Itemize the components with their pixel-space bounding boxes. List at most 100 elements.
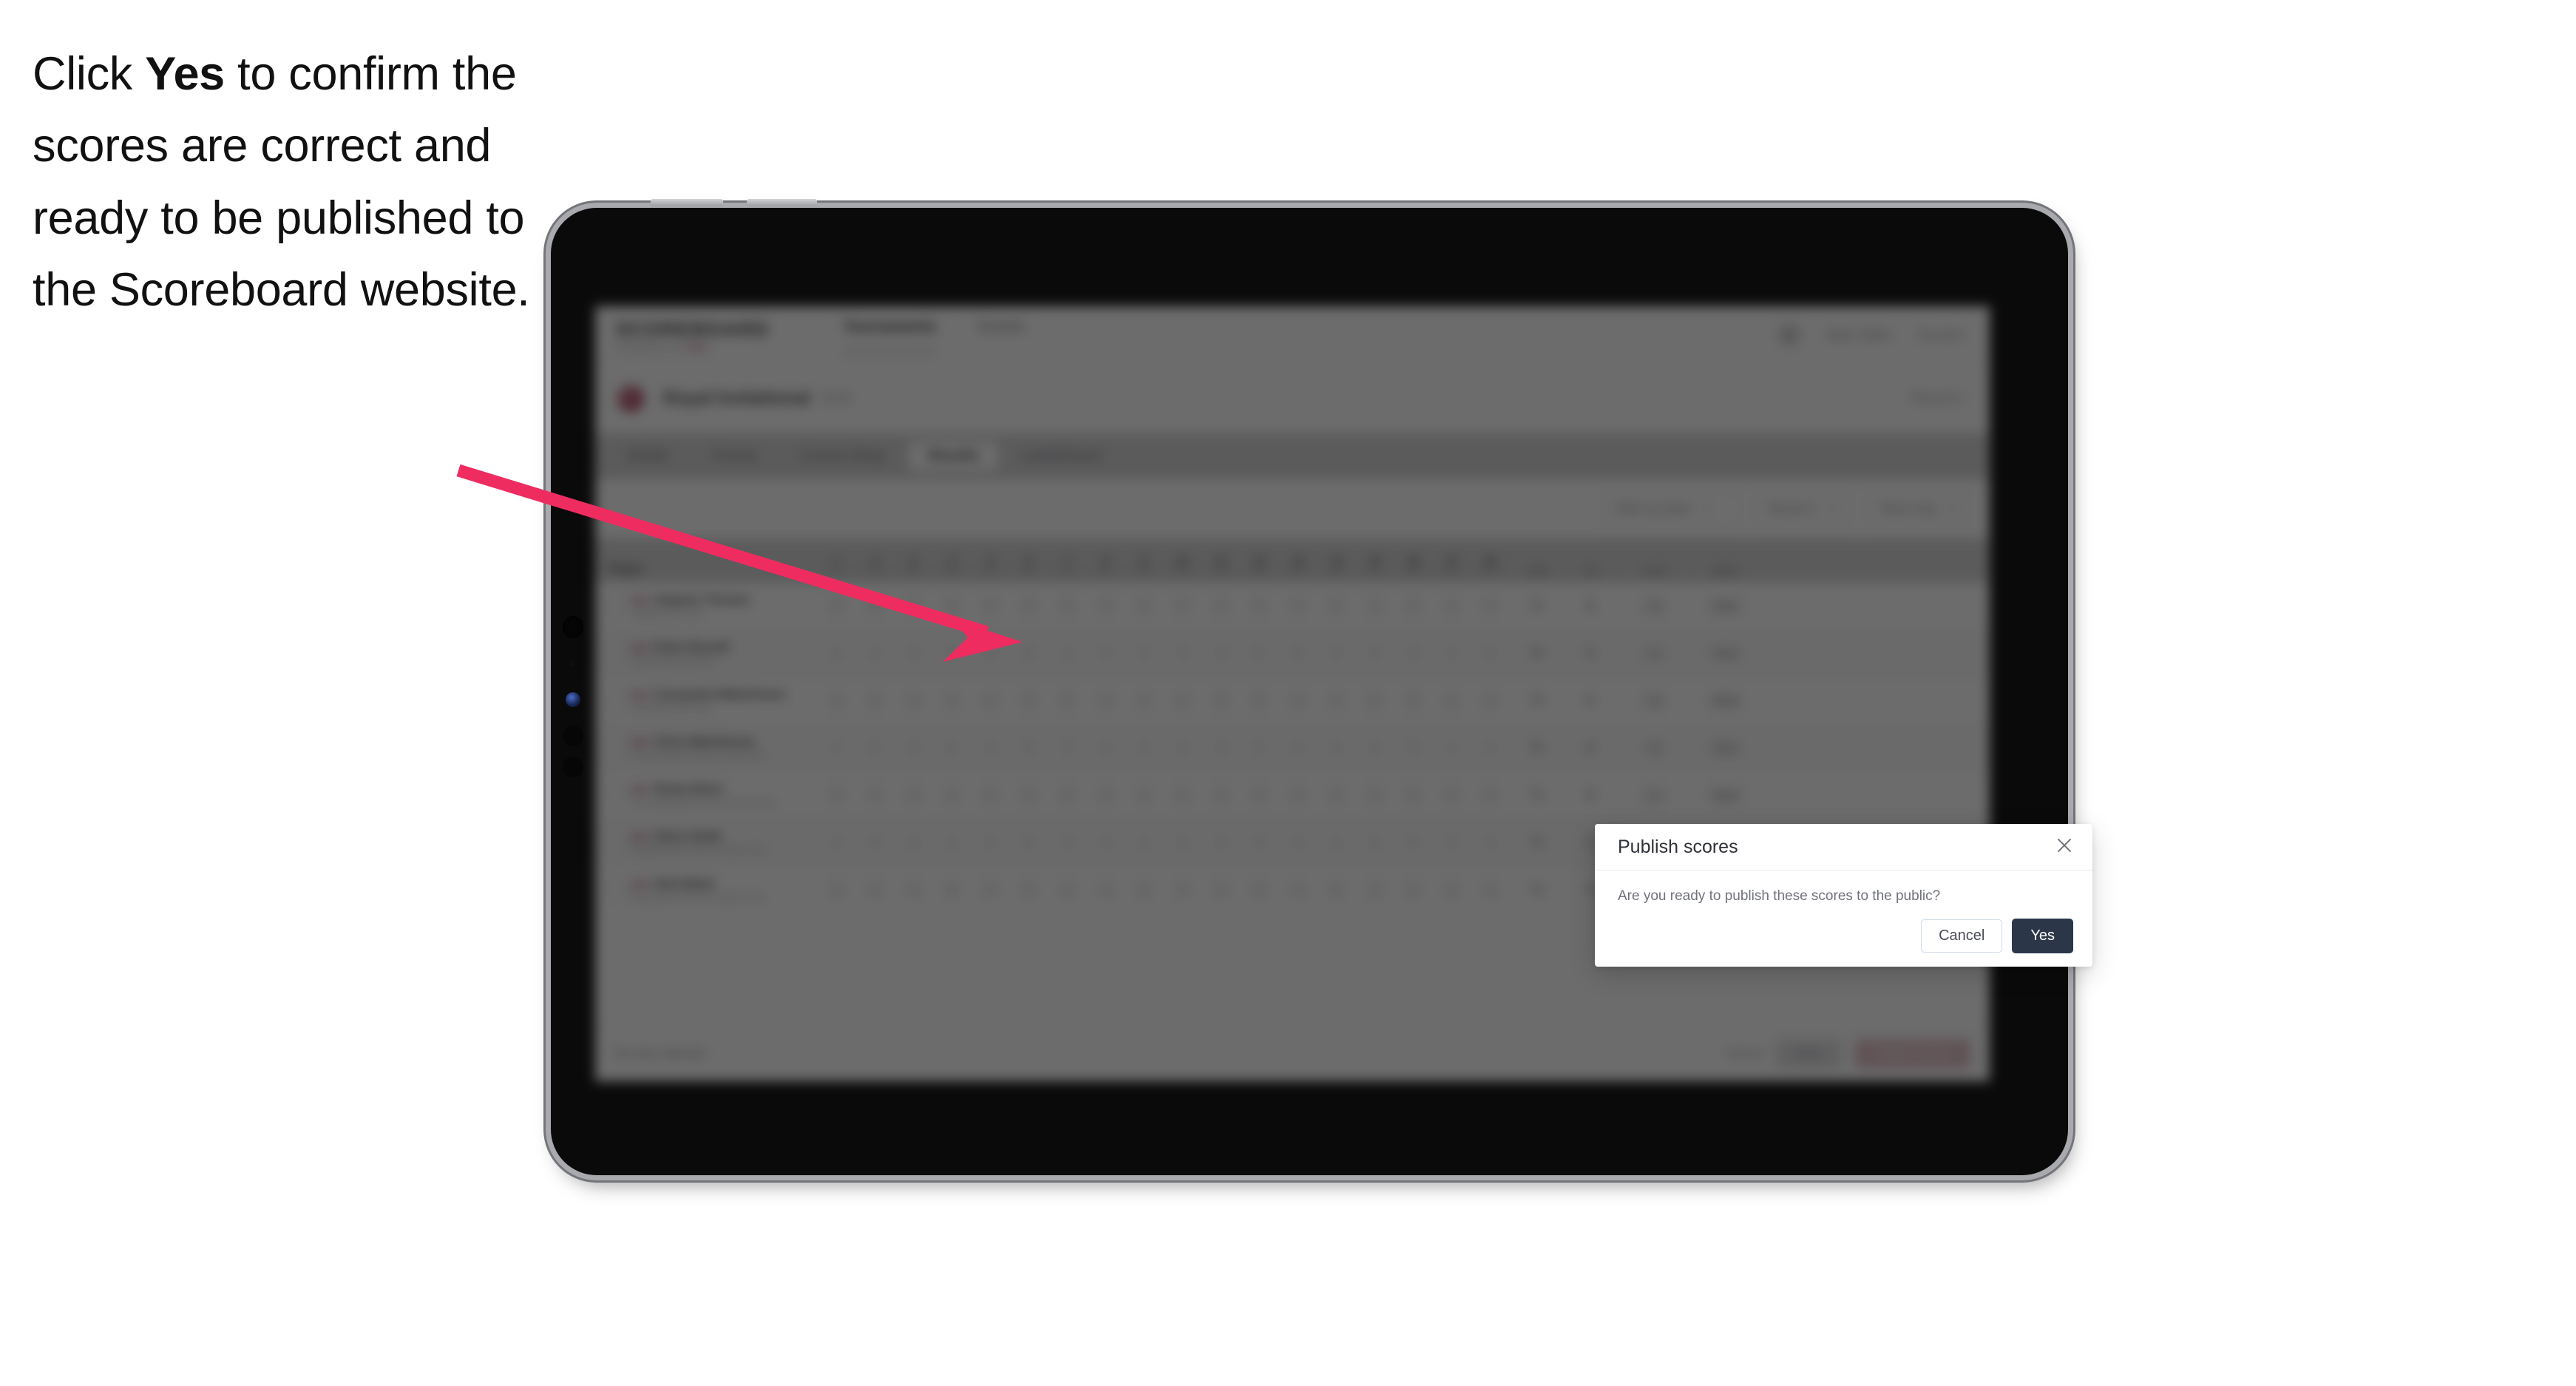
cell-hole-score-16[interactable]: 5 bbox=[1394, 832, 1432, 853]
cell-hole-score-4[interactable]: 4 bbox=[932, 832, 971, 853]
cell-hole-score-17[interactable]: 4 bbox=[1432, 832, 1471, 853]
cell-hole-score-7[interactable]: 3 bbox=[1048, 690, 1086, 711]
cell-hole-score-4[interactable]: 4 bbox=[932, 785, 971, 806]
cell-hole-score-12[interactable]: 5 bbox=[1240, 879, 1278, 901]
cell-hole-score-9[interactable]: 4 bbox=[1125, 879, 1163, 901]
filter-round[interactable]: Round 1 ▼ bbox=[1755, 493, 1851, 525]
volume-down-button[interactable] bbox=[747, 199, 817, 206]
row-checkbox[interactable] bbox=[604, 786, 622, 805]
cell-hole-score-12[interactable]: 5 bbox=[1240, 595, 1278, 617]
cell-hole-score-5[interactable]: 5 bbox=[971, 643, 1009, 664]
cell-hole-score-14[interactable]: 5 bbox=[1317, 737, 1355, 759]
cell-hole-score-7[interactable]: 3 bbox=[1048, 643, 1086, 664]
cell-hole-score-11[interactable]: 3 bbox=[1201, 690, 1240, 711]
cell-hole-score-1[interactable]: 4 bbox=[817, 785, 855, 806]
cell-hole-score-15[interactable]: 3 bbox=[1355, 832, 1394, 853]
cell-hole-score-14[interactable]: 4 bbox=[1317, 785, 1355, 806]
cell-hole-score-10[interactable]: 4 bbox=[1163, 737, 1201, 759]
cell-hole-score-3[interactable]: 4 bbox=[894, 690, 932, 711]
cell-hole-score-14[interactable]: 4 bbox=[1317, 595, 1355, 617]
cell-hole-score-10[interactable]: 4 bbox=[1163, 595, 1201, 617]
cell-hole-score-1[interactable]: 4 bbox=[817, 595, 855, 617]
close-icon[interactable] bbox=[2053, 834, 2075, 856]
cell-hole-score-3[interactable]: 3 bbox=[894, 643, 932, 664]
cell-hole-score-2[interactable]: 4 bbox=[855, 879, 894, 901]
cell-hole-score-2[interactable]: 4 bbox=[855, 690, 894, 711]
cell-hole-score-1[interactable]: 4 bbox=[817, 879, 855, 901]
cell-hole-score-10[interactable]: 4 bbox=[1163, 785, 1201, 806]
cell-hole-score-6[interactable]: 5 bbox=[1009, 595, 1048, 617]
bottom-cancel-link[interactable]: Cancel bbox=[1726, 1047, 1763, 1061]
cell-hole-score-10[interactable]: 4 bbox=[1163, 643, 1201, 664]
cell-hole-score-9[interactable]: 4 bbox=[1125, 643, 1163, 664]
cell-hole-score-6[interactable]: 5 bbox=[1009, 832, 1048, 853]
cell-hole-score-13[interactable]: 4 bbox=[1278, 785, 1317, 806]
cell-hole-score-3[interactable]: 3 bbox=[894, 832, 932, 853]
filter-team-only[interactable]: Team only ▼ bbox=[1865, 493, 1970, 525]
cell-hole-score-10[interactable]: 4 bbox=[1163, 832, 1201, 853]
cell-hole-score-1[interactable]: 5 bbox=[817, 643, 855, 664]
cell-hole-score-5[interactable]: 4 bbox=[971, 595, 1009, 617]
nav-item-tournaments[interactable]: Tournaments bbox=[843, 319, 936, 351]
cell-hole-score-11[interactable]: 3 bbox=[1201, 832, 1240, 853]
cell-hole-score-13[interactable]: 4 bbox=[1278, 737, 1317, 759]
cell-hole-score-9[interactable]: 4 bbox=[1125, 595, 1163, 617]
cell-hole-score-16[interactable]: 5 bbox=[1394, 879, 1432, 901]
volume-up-button[interactable] bbox=[651, 199, 723, 206]
cell-hole-score-18[interactable]: 4 bbox=[1471, 785, 1509, 806]
cell-hole-score-15[interactable]: 3 bbox=[1355, 879, 1394, 901]
cell-hole-score-2[interactable]: 4 bbox=[855, 643, 894, 664]
header-account-menu[interactable]: Account bbox=[1918, 328, 1963, 342]
cell-hole-score-14[interactable]: 4 bbox=[1317, 879, 1355, 901]
cell-hole-score-5[interactable]: 4 bbox=[971, 785, 1009, 806]
cell-hole-score-1[interactable]: 4 bbox=[817, 737, 855, 759]
cell-hole-score-18[interactable]: 4 bbox=[1471, 879, 1509, 901]
cell-hole-score-8[interactable]: 4 bbox=[1086, 643, 1125, 664]
cell-hole-score-6[interactable]: 5 bbox=[1009, 690, 1048, 711]
tab-course-setup[interactable]: Course Setup bbox=[780, 442, 904, 471]
cell-hole-score-17[interactable]: 4 bbox=[1432, 737, 1471, 759]
cell-hole-score-15[interactable]: 3 bbox=[1355, 595, 1394, 617]
row-checkbox[interactable] bbox=[604, 881, 622, 899]
cell-hole-score-1[interactable]: 4 bbox=[817, 832, 855, 853]
cell-hole-score-11[interactable]: 3 bbox=[1201, 785, 1240, 806]
cell-hole-score-3[interactable]: 3 bbox=[894, 737, 932, 759]
cell-hole-score-9[interactable]: 4 bbox=[1125, 832, 1163, 853]
table-row[interactable]: ENG Chris Waterhouse The Grosvenor Park Co… bbox=[595, 725, 1990, 772]
cell-hole-score-3[interactable]: 3 bbox=[894, 595, 932, 617]
cell-hole-score-1[interactable]: 4 bbox=[817, 690, 855, 711]
cell-hole-score-15[interactable]: 3 bbox=[1355, 785, 1394, 806]
cell-hole-score-13[interactable]: 4 bbox=[1278, 595, 1317, 617]
cell-hole-score-12[interactable]: 5 bbox=[1240, 643, 1278, 664]
tab-leaderboard[interactable]: Leaderboard bbox=[1003, 442, 1121, 471]
cell-hole-score-7[interactable]: 3 bbox=[1048, 832, 1086, 853]
cell-hole-score-14[interactable]: 4 bbox=[1317, 690, 1355, 711]
cell-hole-score-9[interactable]: 4 bbox=[1125, 785, 1163, 806]
cell-hole-score-6[interactable]: 5 bbox=[1009, 879, 1048, 901]
cell-hole-score-10[interactable]: 4 bbox=[1163, 690, 1201, 711]
cell-hole-score-18[interactable]: 4 bbox=[1471, 832, 1509, 853]
cell-hole-score-2[interactable]: 5 bbox=[855, 832, 894, 853]
row-checkbox[interactable] bbox=[604, 739, 622, 757]
cell-hole-score-5[interactable]: 5 bbox=[971, 879, 1009, 901]
cell-hole-score-5[interactable]: 4 bbox=[971, 737, 1009, 759]
cell-hole-score-2[interactable]: 5 bbox=[855, 737, 894, 759]
cell-hole-score-4[interactable]: 4 bbox=[932, 595, 971, 617]
cell-hole-score-14[interactable]: 4 bbox=[1317, 643, 1355, 664]
cell-hole-score-4[interactable]: 4 bbox=[932, 879, 971, 901]
cell-hole-score-15[interactable]: 3 bbox=[1355, 643, 1394, 664]
cell-hole-score-18[interactable]: 4 bbox=[1471, 595, 1509, 617]
cell-hole-score-18[interactable]: 4 bbox=[1471, 690, 1509, 711]
cell-hole-score-13[interactable]: 4 bbox=[1278, 879, 1317, 901]
cell-hole-score-13[interactable]: 4 bbox=[1278, 832, 1317, 853]
cell-hole-score-9[interactable]: 4 bbox=[1125, 737, 1163, 759]
cell-hole-score-3[interactable]: 3 bbox=[894, 879, 932, 901]
cell-hole-score-7[interactable]: 3 bbox=[1048, 737, 1086, 759]
table-row[interactable]: ENG Stephen Thomas Oakford Golf Club 4 5 3 4 4 5… bbox=[595, 583, 1990, 630]
table-row[interactable]: ENG Rickie Blunt The Heathlands Golf & Cou… bbox=[595, 772, 1990, 819]
cell-hole-score-5[interactable]: 4 bbox=[971, 832, 1009, 853]
cell-hole-score-6[interactable]: 5 bbox=[1009, 643, 1048, 664]
tab-format[interactable]: Format bbox=[693, 442, 776, 471]
cell-hole-score-15[interactable]: 3 bbox=[1355, 690, 1394, 711]
cell-hole-score-14[interactable]: 4 bbox=[1317, 832, 1355, 853]
